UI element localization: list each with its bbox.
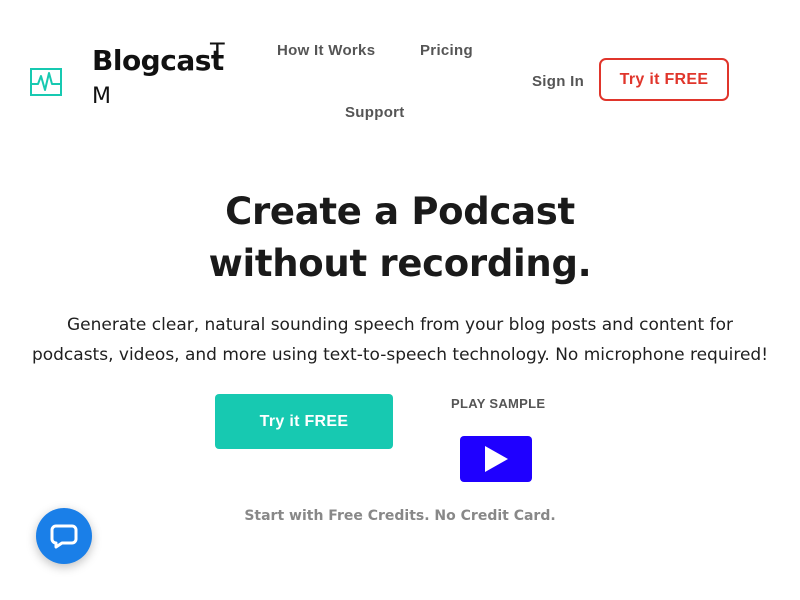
- hero-title-line2: without recording.: [208, 242, 592, 285]
- sign-in-link[interactable]: Sign In: [532, 73, 584, 90]
- nav-how-it-works[interactable]: How It Works: [277, 42, 375, 59]
- play-icon: [485, 446, 508, 472]
- brand-name: Blogcast: [92, 44, 224, 77]
- nav-pricing[interactable]: Pricing: [420, 42, 473, 59]
- chat-bubble-icon: [50, 524, 78, 549]
- hero-try-free-button[interactable]: Try it FREE: [215, 394, 393, 449]
- trademark-t: T: [210, 38, 225, 66]
- credits-note: Start with Free Credits. No Credit Card.: [244, 508, 556, 524]
- hero-title: Create a Podcast without recording.: [0, 186, 800, 290]
- header-try-free-button[interactable]: Try it FREE: [599, 58, 729, 101]
- hero-title-line1: Create a Podcast: [225, 190, 575, 233]
- hero-subtitle-line2: podcasts, videos, and more using text-to…: [31, 345, 769, 365]
- waveform-icon[interactable]: [30, 68, 62, 96]
- chat-widget-button[interactable]: [36, 508, 92, 564]
- hero-subtitle-line1: Generate clear, natural sounding speech …: [66, 315, 734, 335]
- nav-support[interactable]: Support: [345, 104, 405, 121]
- hero-subtitle: Generate clear, natural sounding speech …: [0, 310, 800, 370]
- trademark-m: M: [92, 84, 111, 109]
- play-sample-button[interactable]: [460, 436, 532, 482]
- play-sample-label: PLAY SAMPLE: [451, 396, 546, 411]
